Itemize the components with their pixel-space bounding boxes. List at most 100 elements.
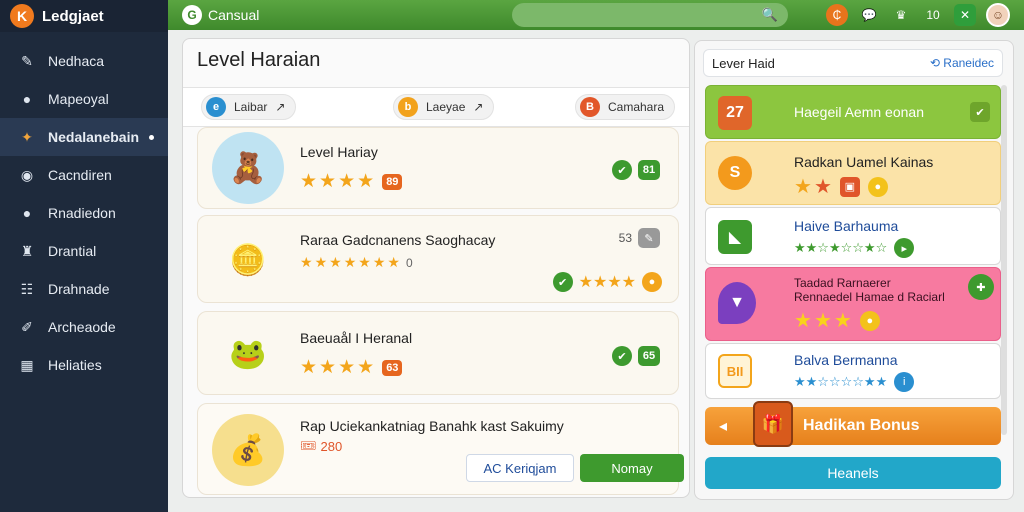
star-icon: ★	[813, 310, 832, 332]
level-item[interactable]: S Radkan Uamel Kainas ★ ★ ▣ ●	[705, 141, 1001, 205]
bonus-button[interactable]: ◂ 🎁 Hadikan Bonus	[705, 401, 1001, 447]
level-title: Taadad Rarnaerer	[794, 276, 891, 290]
level-card[interactable]: 💰 Rap Uciekankatniag Banahk kast Sakuimy…	[197, 403, 684, 495]
search-input[interactable]: 🔍	[512, 3, 788, 27]
edit-icon: ✐	[21, 318, 33, 335]
trophy-icon[interactable]: ♛	[890, 4, 912, 26]
star-icon: ★	[319, 171, 337, 192]
game-controller-icon: G	[182, 5, 202, 25]
level-item[interactable]: 27 Haegeil Aemn eonan ✔	[705, 85, 1001, 139]
star-icon: ★	[833, 310, 852, 332]
search-icon[interactable]: 🔍	[762, 7, 778, 23]
card-status: 53 ✎	[619, 228, 660, 248]
sidebar-item-heliaties[interactable]: ▦ Heliaties	[0, 346, 168, 384]
sidebar-item-label: Nedhaca	[48, 53, 105, 69]
card-status: ✔ 65	[612, 346, 660, 366]
bear-icon: 🧸	[212, 132, 284, 204]
level-subtitle: Rennaedel Hamae d Raciarl	[794, 290, 945, 304]
sidebar-item-nedhaca[interactable]: ✎ Nedhaca	[0, 42, 168, 80]
chat-icon: ●	[22, 205, 32, 221]
refresh-link[interactable]: ⟲ Raneidec	[930, 56, 994, 70]
avatar[interactable]: ☺	[986, 3, 1010, 27]
level-title: Radkan Uamel Kainas	[794, 154, 934, 170]
level-item[interactable]: BII Balva Bermanna ★★☆☆☆☆★★ i	[705, 343, 1001, 399]
level-panel: Lever Haid ⟲ Raneidec 27 Haegeil Aemn eo…	[694, 40, 1014, 500]
sidebar-item-drantial[interactable]: ♜ Drantial	[0, 232, 168, 270]
bottom-button[interactable]: Heanels	[705, 457, 1001, 489]
star-rating: ★★☆★☆☆★☆ ▸	[794, 238, 915, 258]
bonus-label: Hadikan Bonus	[803, 417, 920, 434]
edit-icon[interactable]: ✎	[638, 228, 660, 248]
star-rating: ★ ★ ★ ●	[794, 308, 880, 333]
filter-chip-laeyae[interactable]: b Laeyae ↗	[393, 94, 495, 120]
star-icon: ★	[372, 254, 386, 270]
play-icon[interactable]: ▸	[894, 238, 915, 258]
star-rating: ★★☆☆☆☆★★ i	[794, 372, 915, 392]
sidebar-item-cacndiren[interactable]: ◉ Cacndiren	[0, 156, 168, 194]
price-value: 280	[320, 438, 343, 454]
secondary-button[interactable]: AC Keriqjam	[466, 454, 574, 482]
star-rating: ★ ★ ★ ★ 63	[300, 356, 403, 379]
filter-icon: e	[206, 97, 226, 117]
filter-chip-camahara[interactable]: B Camahara	[575, 94, 676, 120]
level-badge-icon: BII	[718, 354, 752, 388]
section-title[interactable]: G Cansual	[182, 5, 259, 25]
app-title: Ledgjaet	[42, 7, 104, 25]
filter-icon: b	[398, 97, 418, 117]
treasure-box-icon: 🎁	[753, 401, 793, 447]
star-icon: ★	[358, 254, 371, 270]
rating-extra: 0	[405, 255, 413, 270]
star-row: ★★☆★☆☆★☆	[794, 240, 888, 255]
primary-button[interactable]: Nomay	[580, 454, 684, 482]
sidebar-item-label: Drahnade	[48, 281, 110, 297]
sidebar-item-rnadiedon[interactable]: ● Rnadiedon	[0, 194, 168, 232]
score-badge: 63	[382, 359, 403, 376]
coin-icon: ●	[859, 310, 880, 331]
brand[interactable]: K Ledgjaet	[0, 0, 168, 32]
topbar-icons: ₵ 💬 ♛ 10 ✕ ☺	[826, 3, 1010, 27]
star-icon: ★	[300, 171, 318, 192]
scrollbar[interactable]	[1001, 85, 1007, 435]
user-group-icon: ◉	[20, 166, 34, 183]
star-row: ★★☆☆☆☆★★	[794, 374, 888, 389]
value-label: 53	[618, 231, 632, 245]
coin-icon: ●	[867, 176, 888, 197]
sidebar-item-archeaode[interactable]: ✐ Archeaode	[0, 308, 168, 346]
check-icon[interactable]: ✔	[970, 102, 990, 122]
filter-label: Camahara	[608, 100, 665, 114]
level-card[interactable]: 🪙 Raraa Gadcnanens Saoghacay ★ ★ ★ ★ ★ ★ ★ 0 5…	[197, 215, 679, 303]
sidebar-item-mapeoyal[interactable]: ● Mapeoyal	[0, 80, 168, 118]
sidebar-item-nedalanebain[interactable]: ✦ Nedalanebain	[0, 118, 168, 156]
score-icon[interactable]: 10	[922, 4, 944, 26]
check-icon[interactable]: ✔	[612, 160, 632, 180]
card-status: ✔ 81	[612, 160, 660, 180]
section-label: Cansual	[208, 7, 260, 23]
sidebar-item-drahnade[interactable]: ☷ Drahnade	[0, 270, 168, 308]
panel-title: Lever Haid	[712, 55, 775, 71]
level-card[interactable]: 🐸 Baeuaål I Heranal ★ ★ ★ ★ 63 ✔ 65	[197, 311, 679, 395]
check-icon[interactable]: ✔	[612, 346, 632, 366]
level-item[interactable]: ▼ Taadad Rarnaerer Rennaedel Hamae d Rac…	[705, 267, 1001, 341]
chat-bubble-icon[interactable]: 💬	[858, 4, 880, 26]
coin-icon[interactable]: ₵	[826, 4, 848, 26]
grid-icon: ▦	[20, 356, 34, 373]
expand-icon[interactable]: ✕	[954, 4, 976, 26]
card-title: Rap Uciekankatniag Banahk kast Sakuimy	[300, 418, 564, 434]
level-badge-icon: ▼	[718, 282, 756, 324]
main-panel: Level Haraian e Laibar ↗ b Laeyae ↗ B Ca…	[182, 38, 690, 498]
gamepad-icon[interactable]: ✚	[968, 274, 994, 300]
star-icon: ★	[314, 254, 328, 270]
level-title: Haegeil Aemn eonan	[794, 104, 924, 120]
chest-icon: ▣	[839, 176, 860, 197]
level-title: Balva Bermanna	[794, 352, 898, 368]
list-icon: ☷	[20, 280, 34, 297]
level-item[interactable]: ◣ Haive Barhauma ★★☆★☆☆★☆ ▸	[705, 207, 1001, 265]
check-icon[interactable]: ✔	[552, 272, 573, 292]
info-icon[interactable]: i	[894, 372, 915, 392]
arrow-icon: ↗	[473, 100, 484, 114]
sidebar-item-label: Archeaode	[48, 319, 116, 335]
sidebar-item-label: Cacndiren	[48, 167, 112, 183]
level-card[interactable]: 🧸 Level Hariay ★ ★ ★ ★ 89 ✔ 81	[197, 127, 679, 209]
star-icon: ★	[357, 171, 375, 192]
filter-chip-laibar[interactable]: e Laibar ↗	[201, 94, 297, 120]
